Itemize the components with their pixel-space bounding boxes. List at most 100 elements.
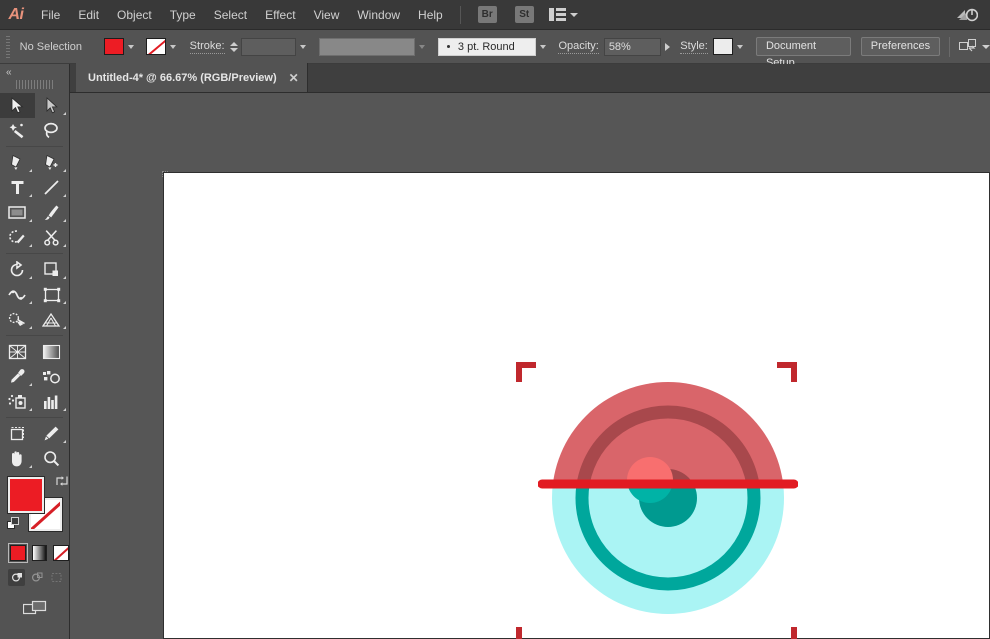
tool-width[interactable] [0,282,35,307]
menu-item-object[interactable]: Object [108,0,161,30]
stroke-weight-dropdown[interactable] [297,38,309,55]
fill-color-dropdown[interactable] [125,38,138,55]
stroke-weight-stepper[interactable] [230,41,239,53]
fill-color-group [104,38,138,55]
menu-item-view[interactable]: View [305,0,349,30]
menu-item-select[interactable]: Select [205,0,256,30]
menu-item-help[interactable]: Help [409,0,452,30]
type-t-icon [10,179,25,196]
draw-normal-mode-button[interactable] [8,569,25,586]
draw-inside-mode-button[interactable] [48,569,65,586]
tool-add-anchor-point[interactable] [35,150,70,175]
preferences-button[interactable]: Preferences [861,37,940,56]
tool-blend[interactable] [35,364,70,389]
bridge-button[interactable]: Br [478,6,497,23]
canvas-area[interactable] [70,93,990,639]
tool-perspective-grid[interactable] [35,307,70,332]
graphic-style-dropdown[interactable] [734,38,746,55]
graphic-style-swatch[interactable] [713,38,733,55]
default-fill-stroke-icon [7,517,20,530]
tool-flyout-icon [63,194,66,197]
menu-item-window[interactable]: Window [348,0,409,30]
stroke-weight-input[interactable] [241,38,297,56]
tool-shape-builder[interactable] [0,307,35,332]
tool-rectangle[interactable] [0,200,35,225]
tool-shaper[interactable] [0,225,35,250]
lasso-icon [43,122,60,139]
opacity-label[interactable]: Opacity: [558,40,598,54]
tool-scissors[interactable] [35,225,70,250]
selection-corner-top-left [516,362,536,382]
width-profile-select[interactable] [319,38,415,56]
stroke-color-dropdown[interactable] [167,38,180,55]
tool-zoom[interactable] [35,446,70,471]
tool-line-segment[interactable] [35,175,70,200]
tool-gradient[interactable] [35,339,70,364]
free-transform-icon [43,287,61,303]
menu-item-file[interactable]: File [32,0,69,30]
tool-rotate[interactable] [0,257,35,282]
tool-flyout-icon [29,383,32,386]
brush-definition-dropdown[interactable] [537,38,549,55]
chevron-down-icon [419,45,425,49]
tool-slice[interactable] [35,421,70,446]
blend-icon [42,369,61,385]
stepper-up-icon [230,42,238,46]
tool-eyedropper[interactable] [0,364,35,389]
creative-cloud-button[interactable] [956,7,978,23]
stock-button[interactable]: St [515,6,534,23]
tool-free-transform[interactable] [35,282,70,307]
menu-item-type[interactable]: Type [161,0,205,30]
brush-definition-select[interactable]: 3 pt. Round [438,38,536,56]
tool-flyout-icon [29,465,32,468]
tool-direct-selection[interactable] [35,93,70,118]
swap-fill-stroke-icon [56,475,69,487]
arrange-documents-button[interactable] [959,39,990,54]
opacity-input[interactable]: 58% [604,38,661,56]
opacity-flyout-icon[interactable] [665,43,670,51]
change-screen-mode-button[interactable] [0,600,69,617]
stroke-weight-label[interactable]: Stroke: [190,40,225,54]
stepper-down-icon [230,48,238,52]
draw-behind-mode-button[interactable] [28,569,45,586]
menu-item-edit[interactable]: Edit [69,0,108,30]
tool-symbol-sprayer[interactable] [0,389,35,414]
tool-lasso[interactable] [35,118,70,143]
tool-hand[interactable] [0,446,35,471]
control-bar-grip[interactable] [6,36,10,58]
workspace-switcher-button[interactable] [549,8,578,21]
tool-paintbrush[interactable] [35,200,70,225]
none-swatch-button[interactable] [53,545,69,561]
swap-fill-stroke-button[interactable] [56,475,69,487]
gradient-swatch-button[interactable] [32,545,48,561]
close-icon[interactable]: ✕ [289,72,299,84]
chevron-down-icon [570,13,578,17]
tool-selection[interactable] [0,93,35,118]
menubar-divider [460,6,461,24]
fill-color-swatch[interactable] [104,38,124,55]
tools-panel-collapse[interactable]: « [0,64,69,80]
hand-icon [8,450,26,467]
tool-mesh[interactable] [0,339,35,364]
tool-flyout-icon [29,408,32,411]
menu-item-effect[interactable]: Effect [256,0,304,30]
fill-stroke-controls [8,477,66,539]
stroke-color-swatch[interactable] [146,38,166,55]
tool-artboard[interactable] [0,421,35,446]
tool-type[interactable] [0,175,35,200]
tools-panel-grip[interactable] [16,80,54,89]
fill-swatch[interactable] [8,477,44,513]
tool-magic-wand[interactable] [0,118,35,143]
tool-scale[interactable] [35,257,70,282]
tool-flyout-icon [63,169,66,172]
artboard[interactable] [163,172,990,639]
default-fill-stroke-button[interactable] [7,517,20,530]
tool-flyout-icon [29,219,32,222]
color-swatch-button[interactable] [10,545,26,561]
tool-pen[interactable] [0,150,35,175]
document-setup-button[interactable]: Document Setup [756,37,851,56]
document-tab[interactable]: Untitled-4* @ 66.67% (RGB/Preview) ✕ [76,63,308,92]
concentric-circles-logo[interactable] [538,368,798,628]
tool-column-graph[interactable] [35,389,70,414]
style-label[interactable]: Style: [680,40,708,54]
